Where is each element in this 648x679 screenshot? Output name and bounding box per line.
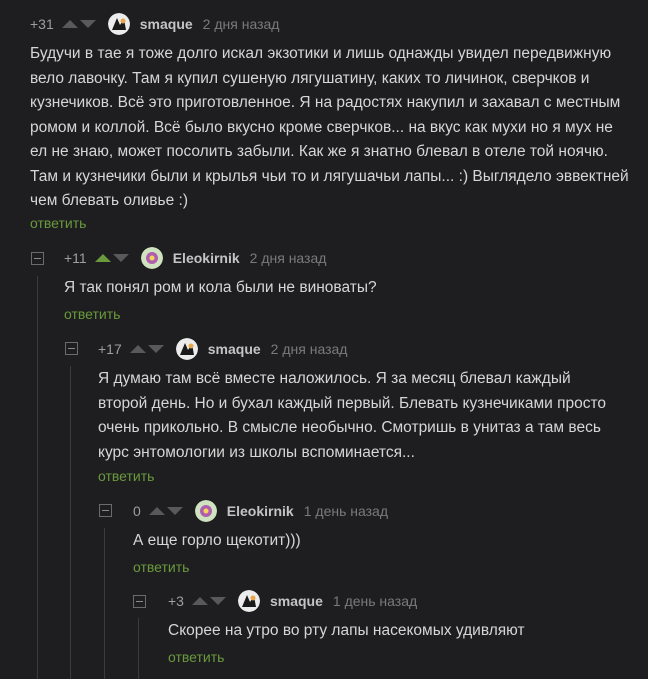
avatar[interactable]	[140, 247, 163, 269]
downvote-arrow-icon[interactable]	[79, 20, 96, 28]
collapse-thread-button[interactable]	[65, 342, 78, 355]
comment-text: А еще горло щекотит)))	[133, 532, 301, 549]
comment-author[interactable]: smaque	[270, 593, 323, 609]
comment-text: Я так понял ром и кола были не виноваты?	[64, 279, 377, 296]
comment-header: +31 smaque 2 дня назад	[30, 12, 279, 36]
reply-link[interactable]: ответить	[133, 559, 189, 575]
comment-date[interactable]: 2 дня назад	[271, 341, 348, 357]
comment-header: +11 Eleokirnik 2 дня назад	[64, 246, 326, 270]
upvote-arrow-icon[interactable]	[191, 597, 208, 605]
collapse-thread-button[interactable]	[99, 504, 112, 517]
comment-author[interactable]: smaque	[140, 16, 193, 32]
comment-author[interactable]: Eleokirnik	[227, 503, 294, 519]
comment-text: Я думаю там всё вместе наложилось. Я за …	[98, 370, 607, 461]
reply-link[interactable]: ответить	[168, 649, 224, 665]
comment-text: Скорее на утро во рту лапы насекомых уди…	[168, 622, 525, 639]
comment-score: +11	[64, 250, 87, 266]
upvote-arrow-icon[interactable]	[94, 254, 111, 262]
comment-text: Будучи в тае я тоже долго искал экзотики…	[30, 45, 629, 209]
downvote-arrow-icon[interactable]	[112, 254, 129, 262]
thread-line	[37, 276, 38, 679]
comment-score: +31	[30, 16, 54, 32]
comment-date[interactable]: 1 день назад	[333, 593, 417, 609]
reply-link[interactable]: ответить	[98, 468, 154, 484]
thread-line	[138, 618, 139, 679]
comment-date[interactable]: 2 дня назад	[203, 16, 280, 32]
reply-link[interactable]: ответить	[30, 215, 86, 231]
comment-score: +17	[98, 341, 122, 357]
downvote-arrow-icon[interactable]	[166, 507, 183, 515]
comment-date[interactable]: 1 день назад	[304, 503, 388, 519]
collapse-thread-button[interactable]	[31, 252, 44, 265]
comment-author[interactable]: Eleokirnik	[173, 250, 240, 266]
upvote-arrow-icon[interactable]	[129, 345, 146, 353]
thread-line	[104, 528, 105, 679]
downvote-arrow-icon[interactable]	[209, 597, 226, 605]
downvote-arrow-icon[interactable]	[147, 345, 164, 353]
avatar[interactable]	[194, 500, 217, 522]
comment-author[interactable]: smaque	[208, 341, 261, 357]
upvote-arrow-icon[interactable]	[148, 507, 165, 515]
comment-header: 0 Eleokirnik 1 день назад	[133, 499, 388, 523]
comment-score: +3	[168, 593, 184, 609]
comment-header: +17 smaque 2 дня назад	[98, 337, 347, 361]
avatar[interactable]	[237, 590, 260, 612]
comment-score: 0	[133, 503, 141, 519]
thread-line	[70, 366, 71, 679]
comment-date[interactable]: 2 дня назад	[250, 250, 327, 266]
comment-header: +3 smaque 1 день назад	[168, 589, 417, 613]
reply-link[interactable]: ответить	[64, 306, 120, 322]
avatar[interactable]	[175, 338, 198, 360]
avatar[interactable]	[107, 13, 130, 35]
collapse-thread-button[interactable]	[133, 595, 146, 608]
upvote-arrow-icon[interactable]	[61, 20, 78, 28]
